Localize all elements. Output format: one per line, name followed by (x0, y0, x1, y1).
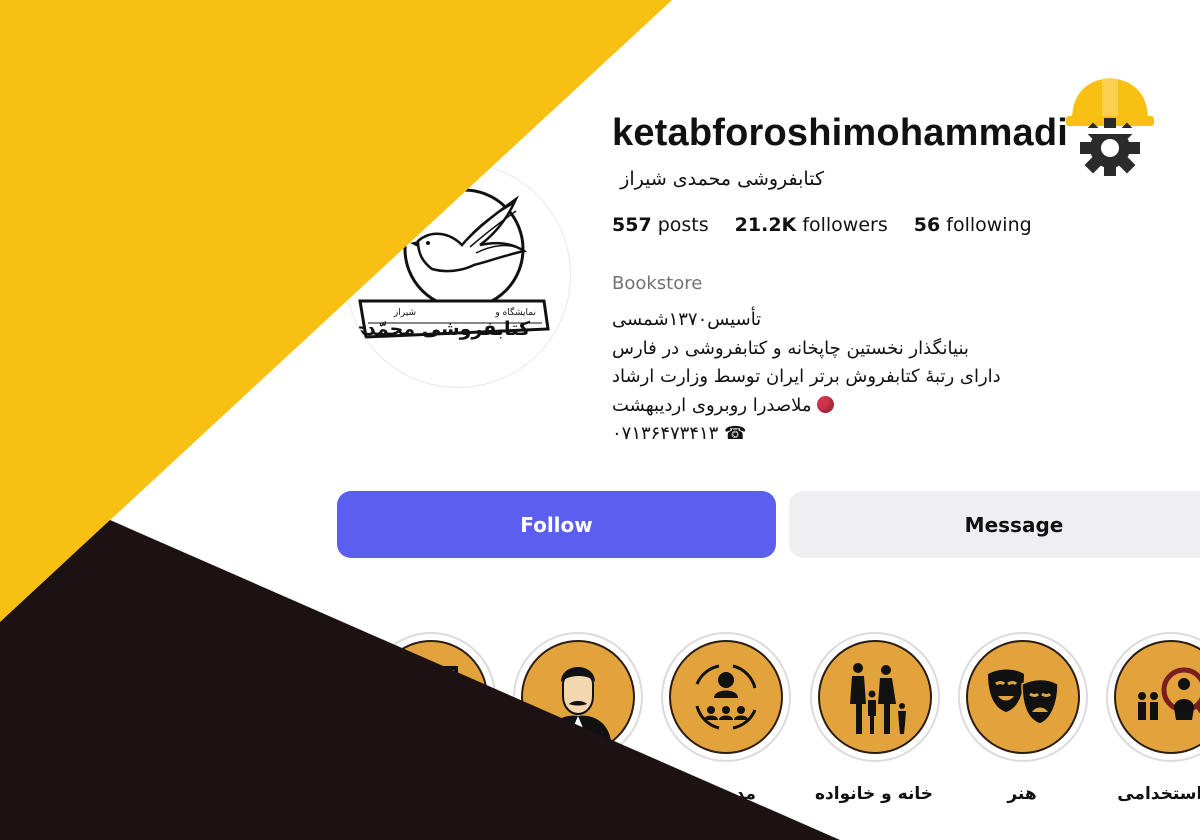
bio-line: دارای رتبهٔ کتابفروش برتر ایران توسط وزا… (612, 366, 1001, 387)
story-highlight[interactable]: خانه و خانواده (810, 632, 940, 804)
profile-bio: تأسیس۱۳۷۰شمسی بنیانگذار نخستین چاپخانه و… (612, 306, 1052, 449)
highlight-ring (1106, 632, 1200, 762)
avatar-top-text: نمایشگاه و (494, 306, 536, 318)
bio-address-text: ملاصدرا روبروی اردیبهشت (612, 394, 812, 416)
posts-stat[interactable]: 557 posts (612, 214, 709, 236)
profile-username: ketabforoshimohammadi (612, 112, 1069, 154)
highlight-label: هنر (1007, 784, 1037, 804)
highlight-label: ن استخدامی (1117, 784, 1200, 804)
red-dot-icon (817, 395, 835, 413)
followers-stat[interactable]: 21.2K followers (735, 214, 888, 236)
highlight-cover (669, 640, 783, 754)
posts-label: posts (657, 214, 709, 236)
story-highlight[interactable]: هنر (958, 632, 1088, 804)
family-icon (850, 663, 906, 734)
profile-full-name: کتابفروشی محمدی شیراز (620, 168, 824, 190)
theater-masks-icon (988, 669, 1059, 725)
highlight-cover (1114, 640, 1200, 754)
highlight-ring (661, 632, 791, 762)
avatar-name-text: کتابفروشی محمّدی (349, 318, 531, 340)
follow-button[interactable]: Follow (337, 491, 776, 558)
avatar-city-text: شیراز (393, 308, 416, 318)
story-highlight[interactable]: ن استخدامی (1106, 632, 1200, 804)
profile-category: Bookstore (612, 273, 703, 294)
bio-line-phone[interactable]: ☎ ۰۷۱۳۶۴۷۳۴۱۳ (612, 420, 1052, 449)
highlight-label: خانه و خانواده (815, 784, 933, 804)
following-stat[interactable]: 56 following (914, 214, 1032, 236)
highlight-cover (818, 640, 932, 754)
bio-line: تأسیس۱۳۷۰شمسی (612, 309, 762, 330)
profile-stats: 557 posts 21.2K followers 56 following (612, 214, 1032, 236)
management-icon (695, 664, 757, 730)
highlight-cover (966, 640, 1080, 754)
following-label: following (946, 214, 1032, 236)
followers-label: followers (802, 214, 888, 236)
highlight-ring (810, 632, 940, 762)
followers-count: 21.2K (734, 214, 797, 236)
highlight-ring (958, 632, 1088, 762)
posts-count: 557 (612, 214, 652, 236)
message-button[interactable]: Message (789, 491, 1200, 558)
following-count: 56 (913, 214, 941, 236)
recruitment-icon (1138, 667, 1200, 720)
bio-line: بنیانگذار نخستین چاپخانه و کتابفروشی در … (612, 337, 969, 359)
bio-line-address: ملاصدرا روبروی اردیبهشت (612, 392, 1052, 421)
